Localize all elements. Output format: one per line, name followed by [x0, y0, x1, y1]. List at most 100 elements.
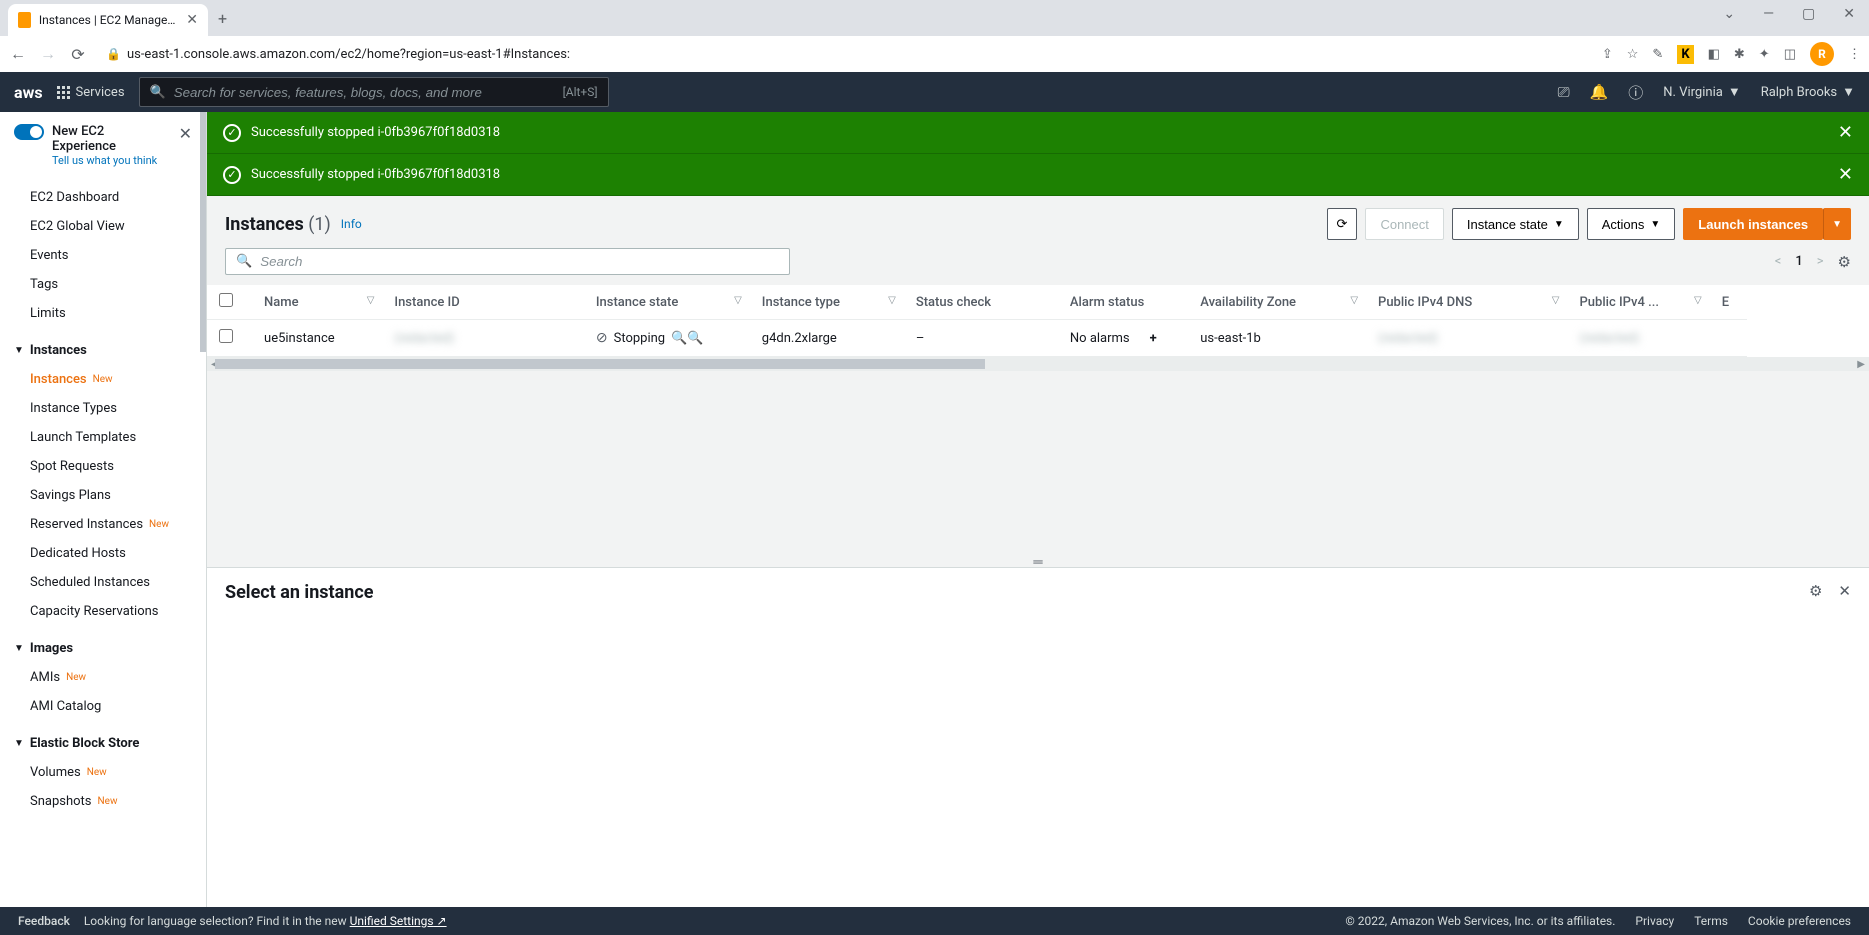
actions-button[interactable]: Actions▼	[1587, 208, 1676, 240]
back-button[interactable]: ←	[8, 44, 28, 64]
terms-link[interactable]: Terms	[1694, 914, 1728, 928]
sidebar-link-instances[interactable]: InstancesNew	[0, 365, 206, 394]
content-header: Instances (1) Info ⟳ Connect Instance st…	[207, 196, 1869, 248]
col-sort-icon[interactable]: ▽	[1552, 295, 1560, 306]
sidebar-link-label: AMIs	[30, 670, 60, 685]
sidebar-link-dashboard[interactable]: EC2 Dashboard	[0, 183, 206, 212]
detail-settings-icon[interactable]: ⚙	[1809, 582, 1822, 600]
instances-search[interactable]: 🔍	[225, 248, 790, 275]
prev-page-button[interactable]: <	[1775, 254, 1782, 269]
select-all-checkbox[interactable]	[219, 293, 233, 307]
sidebar-link-limits[interactable]: Limits	[0, 299, 206, 328]
browser-tab[interactable]: Instances | EC2 Management Co ✕	[8, 4, 208, 36]
sidebar-link-volumes[interactable]: VolumesNew	[0, 758, 206, 787]
launch-instances-button[interactable]: Launch instances	[1683, 208, 1823, 240]
col-sort-icon[interactable]: ▽	[367, 295, 375, 306]
help-icon[interactable]: ⓘ	[1628, 82, 1643, 103]
sidebar-link-snapshots[interactable]: SnapshotsNew	[0, 787, 206, 816]
extensions-icon[interactable]: ✦	[1759, 47, 1770, 62]
sidebar-link-launch-templates[interactable]: Launch Templates	[0, 423, 206, 452]
ext2-icon[interactable]: ◧	[1708, 47, 1720, 62]
window-minimize-icon[interactable]: —	[1757, 4, 1780, 24]
sidebar-link-global-view[interactable]: EC2 Global View	[0, 212, 206, 241]
col-sort-icon[interactable]: ▽	[888, 295, 896, 306]
sidebar-scrollbar[interactable]	[200, 112, 206, 352]
sidebar-header-ebs[interactable]: ▼Elastic Block Store	[0, 729, 206, 758]
settings-icon[interactable]: ⚙	[1838, 253, 1851, 271]
instance-state-button[interactable]: Instance state▼	[1452, 208, 1579, 240]
sidebar-link-ami-catalog[interactable]: AMI Catalog	[0, 692, 206, 721]
alert-close-icon[interactable]: ✕	[1838, 164, 1853, 185]
col-sort-icon[interactable]: ▽	[734, 295, 742, 306]
launch-instances-dropdown[interactable]: ▼	[1823, 208, 1851, 240]
sidebar-link-dedicated-hosts[interactable]: Dedicated Hosts	[0, 539, 206, 568]
sidebar-link-events[interactable]: Events	[0, 241, 206, 270]
col-sort-icon[interactable]: ▽	[1694, 295, 1702, 306]
next-page-button[interactable]: >	[1817, 254, 1824, 269]
grid-icon	[57, 86, 70, 99]
services-button[interactable]: Services	[57, 85, 125, 100]
table-hscrollbar[interactable]: ◀ ▶	[207, 357, 1869, 371]
notifications-icon[interactable]: 🔔	[1590, 83, 1609, 101]
aws-logo[interactable]: aws	[14, 83, 43, 102]
panel-icon[interactable]: ◫	[1784, 47, 1796, 62]
zoom-icons[interactable]: 🔍🔍	[671, 331, 703, 346]
share-icon[interactable]: ⇪	[1602, 47, 1613, 62]
cookie-prefs-link[interactable]: Cookie preferences	[1748, 914, 1851, 928]
menu-icon[interactable]: ⋮	[1848, 47, 1861, 62]
privacy-link[interactable]: Privacy	[1635, 914, 1674, 928]
col-sort-icon[interactable]: ▽	[1350, 295, 1358, 306]
sidebar-link-scheduled-instances[interactable]: Scheduled Instances	[0, 568, 206, 597]
sidebar-link-instance-types[interactable]: Instance Types	[0, 394, 206, 423]
tab-close-icon[interactable]: ✕	[186, 12, 198, 28]
window-close-icon[interactable]: ✕	[1837, 4, 1861, 24]
add-alarm-icon[interactable]: +	[1150, 331, 1157, 346]
window-maximize-icon[interactable]: ▢	[1796, 4, 1821, 24]
region-selector[interactable]: N. Virginia ▼	[1663, 84, 1740, 100]
table-row[interactable]: ue5instance (redacted) ⊘ Stopping 🔍🔍 g4d…	[207, 320, 1747, 357]
panel-splitter[interactable]: ═	[207, 557, 1869, 567]
aws-search[interactable]: 🔍 [Alt+S]	[139, 77, 609, 107]
reload-button[interactable]: ⟳	[68, 45, 88, 64]
sidebar-header-instances[interactable]: ▼Instances	[0, 336, 206, 365]
bookmark-icon[interactable]: ☆	[1627, 47, 1639, 62]
ext3-icon[interactable]: ✱	[1734, 47, 1745, 62]
profile-avatar[interactable]: R	[1810, 42, 1834, 66]
user-menu[interactable]: Ralph Brooks ▼	[1761, 84, 1855, 100]
sidebar-link-capacity-reservations[interactable]: Capacity Reservations	[0, 597, 206, 626]
alert-close-icon[interactable]: ✕	[1838, 122, 1853, 143]
alert-message: Successfully stopped i-0fb3967f0f18d0318	[251, 125, 500, 140]
sidebar-link-spot-requests[interactable]: Spot Requests	[0, 452, 206, 481]
feedback-link[interactable]: Feedback	[18, 914, 70, 928]
new-tab-button[interactable]: +	[208, 1, 237, 36]
unified-settings-link[interactable]: Unified Settings ↗	[350, 914, 447, 928]
aws-search-input[interactable]	[174, 85, 555, 100]
scroll-thumb[interactable]	[215, 359, 985, 369]
refresh-button[interactable]: ⟳	[1327, 208, 1358, 240]
detail-title: Select an instance	[225, 582, 1851, 603]
instances-search-input[interactable]	[260, 254, 779, 269]
sidebar-header-label: Images	[30, 641, 73, 656]
new-experience-feedback-link[interactable]: Tell us what you think	[52, 154, 171, 167]
alarm-text: No alarms	[1070, 331, 1130, 346]
window-dropdown-icon[interactable]: ⌄	[1717, 4, 1741, 24]
cloudshell-icon[interactable]: ⎚	[1558, 83, 1570, 101]
edit-icon[interactable]: ✎	[1652, 47, 1663, 62]
scroll-right-icon[interactable]: ▶	[1853, 357, 1869, 372]
sidebar-link-reserved-instances[interactable]: Reserved InstancesNew	[0, 510, 206, 539]
connect-button[interactable]: Connect	[1365, 208, 1443, 240]
cell-az: us-east-1b	[1188, 320, 1366, 357]
url-bar[interactable]: 🔒 us-east-1.console.aws.amazon.com/ec2/h…	[98, 47, 1592, 62]
new-experience-toggle[interactable]	[14, 124, 44, 140]
row-checkbox[interactable]	[219, 329, 233, 343]
sidebar-link-savings-plans[interactable]: Savings Plans	[0, 481, 206, 510]
forward-button[interactable]: →	[38, 44, 58, 64]
sidebar-link-tags[interactable]: Tags	[0, 270, 206, 299]
sidebar-link-amis[interactable]: AMIsNew	[0, 663, 206, 692]
detail-panel: Select an instance ⚙ ✕	[207, 567, 1869, 907]
info-link[interactable]: Info	[341, 217, 362, 231]
new-experience-close-icon[interactable]: ✕	[179, 124, 192, 143]
sidebar-header-images[interactable]: ▼Images	[0, 634, 206, 663]
ext1-icon[interactable]: K	[1677, 45, 1693, 64]
detail-close-icon[interactable]: ✕	[1838, 582, 1851, 600]
